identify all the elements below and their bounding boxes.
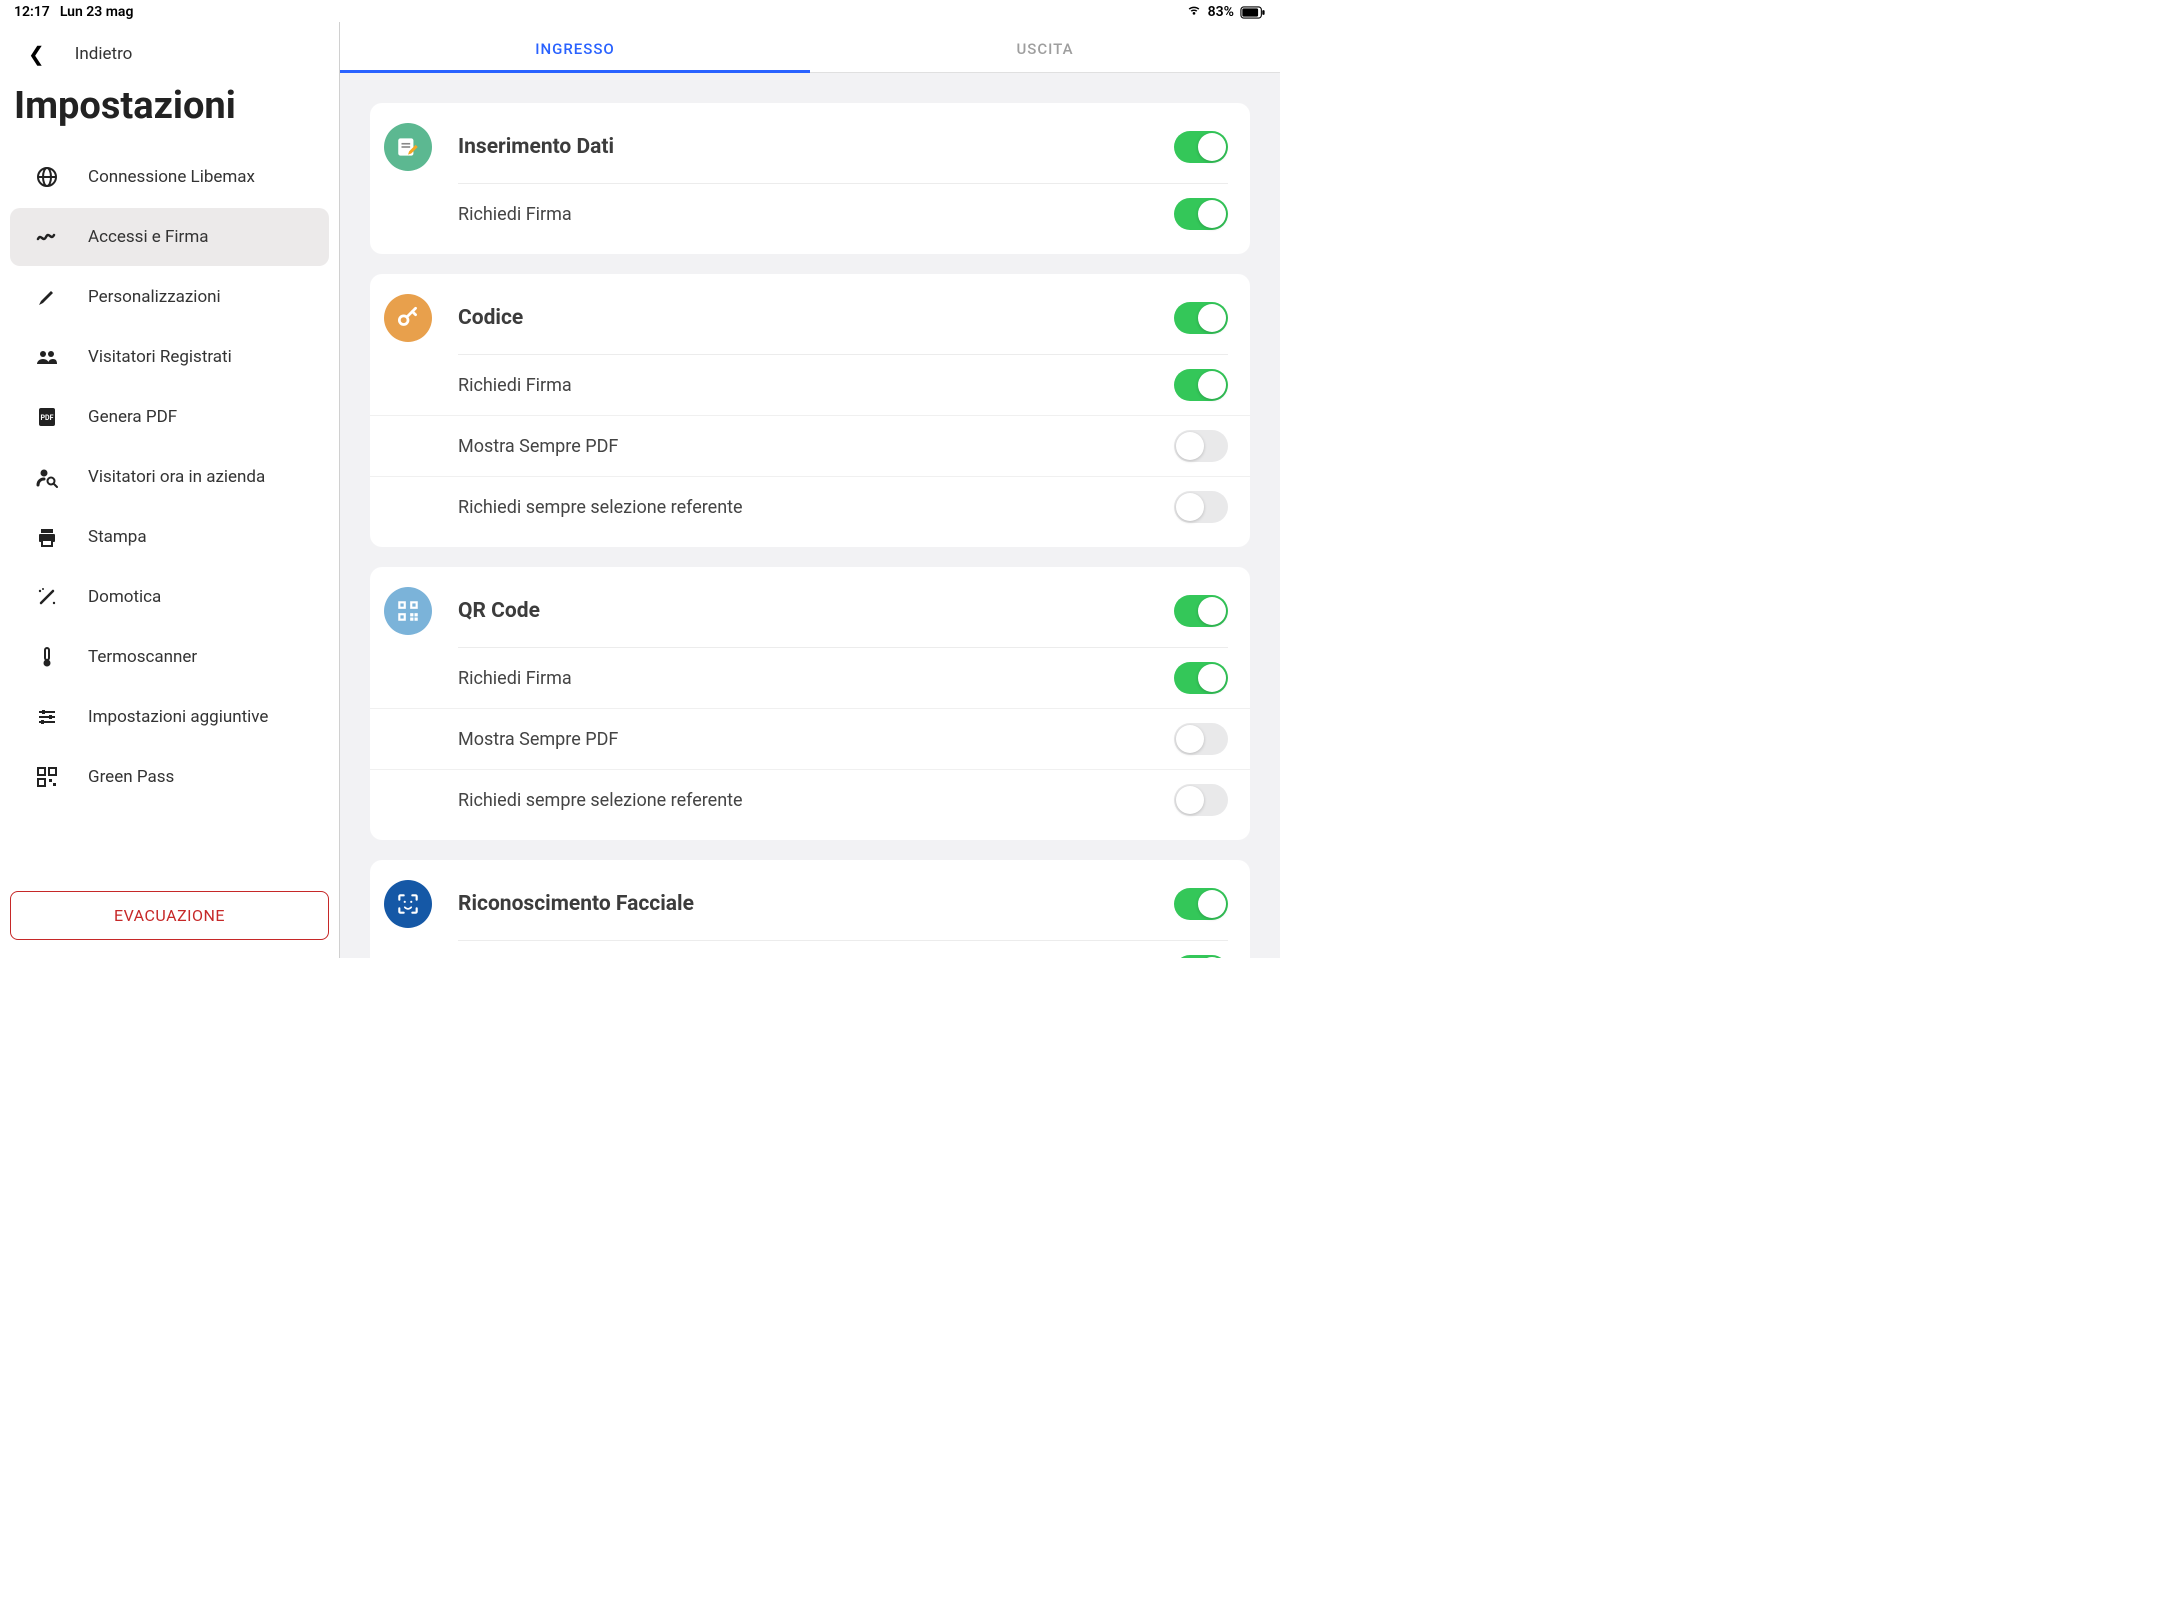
print-icon xyxy=(34,524,60,550)
wand-icon xyxy=(34,584,60,610)
sidebar-item-pdf[interactable]: Genera PDF xyxy=(10,388,329,446)
sidebar-item-qr-grid[interactable]: Green Pass xyxy=(10,748,329,806)
toggle-switch[interactable] xyxy=(1174,784,1228,816)
sidebar-item-brush[interactable]: Personalizzazioni xyxy=(10,268,329,326)
tab-ingresso[interactable]: INGRESSO xyxy=(340,22,810,72)
pdf-icon xyxy=(34,404,60,430)
status-date: Lun 23 mag xyxy=(60,4,134,20)
tab-uscita[interactable]: USCITA xyxy=(810,22,1280,72)
sidebar-item-label: Connessione Libemax xyxy=(88,167,255,187)
sidebar-item-people[interactable]: Visitatori Registrati xyxy=(10,328,329,386)
people-icon xyxy=(34,344,60,370)
squiggle-icon xyxy=(34,224,60,250)
card-title: Riconoscimento Facciale xyxy=(458,892,1174,916)
brush-icon xyxy=(34,284,60,310)
sidebar-item-squiggle[interactable]: Accessi e Firma xyxy=(10,208,329,266)
setting-row: Mostra Sempre PDF xyxy=(370,415,1250,476)
card-enable-toggle[interactable] xyxy=(1174,131,1228,163)
setting-row: Mostra Sempre PDF xyxy=(370,708,1250,769)
face-id-icon xyxy=(384,880,432,928)
battery-icon xyxy=(1240,6,1266,19)
back-button[interactable]: ❮ Indietro xyxy=(0,36,339,80)
setting-row: Richiedi sempre selezione referente xyxy=(370,476,1250,537)
setting-row: Richiedi Firma xyxy=(370,184,1250,244)
sidebar-item-print[interactable]: Stampa xyxy=(10,508,329,566)
card-note-edit: Inserimento Dati Richiedi Firma xyxy=(370,103,1250,254)
toggle-switch[interactable] xyxy=(1174,662,1228,694)
card-body: Richiedi Firma Mostra Sempre PDF xyxy=(370,941,1250,958)
toggle-switch[interactable] xyxy=(1174,955,1228,958)
key-icon xyxy=(384,294,432,342)
sidebar-item-label: Termoscanner xyxy=(88,647,197,667)
setting-row: Richiedi Firma xyxy=(370,941,1250,958)
qr-grid-icon xyxy=(34,764,60,790)
card-enable-toggle[interactable] xyxy=(1174,302,1228,334)
evacuazione-button[interactable]: EVACUAZIONE xyxy=(10,891,329,940)
sidebar-item-wand[interactable]: Domotica xyxy=(10,568,329,626)
card-qrcode: QR Code Richiedi Firma Mostra Sempre PDF… xyxy=(370,567,1250,840)
card-enable-toggle[interactable] xyxy=(1174,888,1228,920)
toggle-switch[interactable] xyxy=(1174,723,1228,755)
sidebar-item-label: Accessi e Firma xyxy=(88,227,208,247)
sidebar-item-label: Domotica xyxy=(88,587,161,607)
setting-row: Richiedi sempre selezione referente xyxy=(370,769,1250,830)
card-body: Richiedi Firma Mostra Sempre PDF Richied… xyxy=(370,355,1250,547)
setting-row: Richiedi Firma xyxy=(370,648,1250,708)
card-key: Codice Richiedi Firma Mostra Sempre PDF … xyxy=(370,274,1250,547)
sidebar-item-label: Green Pass xyxy=(88,767,174,787)
setting-label: Richiedi sempre selezione referente xyxy=(458,497,1174,518)
setting-label: Richiedi Firma xyxy=(458,375,1174,396)
back-label: Indietro xyxy=(75,44,133,64)
card-title: QR Code xyxy=(458,599,1174,623)
toggle-switch[interactable] xyxy=(1174,491,1228,523)
card-body: Richiedi Firma xyxy=(370,184,1250,254)
card-title: Codice xyxy=(458,306,1174,330)
sidebar-item-label: Stampa xyxy=(88,527,147,547)
tabs: INGRESSO USCITA xyxy=(340,22,1280,73)
card-header: Inserimento Dati xyxy=(370,103,1250,183)
sidebar-item-sliders[interactable]: Impostazioni aggiuntive xyxy=(10,688,329,746)
setting-label: Richiedi Firma xyxy=(458,668,1174,689)
setting-label: Mostra Sempre PDF xyxy=(458,729,1174,750)
card-header: Codice xyxy=(370,274,1250,354)
status-bar: 12:17 Lun 23 mag 83% xyxy=(0,0,1280,22)
sidebar-item-thermo[interactable]: Termoscanner xyxy=(10,628,329,686)
card-title: Inserimento Dati xyxy=(458,135,1174,159)
setting-row: Richiedi Firma xyxy=(370,355,1250,415)
card-enable-toggle[interactable] xyxy=(1174,595,1228,627)
card-body: Richiedi Firma Mostra Sempre PDF Richied… xyxy=(370,648,1250,840)
toggle-switch[interactable] xyxy=(1174,369,1228,401)
card-header: Riconoscimento Facciale xyxy=(370,860,1250,940)
sidebar-item-label: Genera PDF xyxy=(88,407,177,427)
sidebar-item-label: Visitatori Registrati xyxy=(88,347,232,367)
qrcode-icon xyxy=(384,587,432,635)
status-time: 12:17 xyxy=(14,4,50,20)
note-edit-icon xyxy=(384,123,432,171)
card-header: QR Code xyxy=(370,567,1250,647)
person-search-icon xyxy=(34,464,60,490)
cards-container[interactable]: Inserimento Dati Richiedi Firma Codice R… xyxy=(340,73,1280,958)
main-panel: INGRESSO USCITA Inserimento Dati Richied… xyxy=(340,22,1280,958)
setting-label: Richiedi sempre selezione referente xyxy=(458,790,1174,811)
card-face-id: Riconoscimento Facciale Richiedi Firma M… xyxy=(370,860,1250,958)
sidebar-item-label: Visitatori ora in azienda xyxy=(88,467,265,487)
thermo-icon xyxy=(34,644,60,670)
status-battery: 83% xyxy=(1208,4,1234,20)
sidebar-item-person-search[interactable]: Visitatori ora in azienda xyxy=(10,448,329,506)
sidebar-item-label: Personalizzazioni xyxy=(88,287,221,307)
toggle-switch[interactable] xyxy=(1174,430,1228,462)
sidebar-item-globe[interactable]: Connessione Libemax xyxy=(10,148,329,206)
globe-icon xyxy=(34,164,60,190)
chevron-left-icon: ❮ xyxy=(28,42,45,66)
toggle-switch[interactable] xyxy=(1174,198,1228,230)
nav-list: Connessione Libemax Accessi e Firma Pers… xyxy=(0,146,339,875)
page-title: Impostazioni xyxy=(0,80,339,146)
setting-label: Richiedi Firma xyxy=(458,204,1174,225)
sliders-icon xyxy=(34,704,60,730)
setting-label: Mostra Sempre PDF xyxy=(458,436,1174,457)
sidebar: ❮ Indietro Impostazioni Connessione Libe… xyxy=(0,22,340,958)
wifi-icon xyxy=(1186,4,1202,20)
sidebar-item-label: Impostazioni aggiuntive xyxy=(88,707,268,727)
